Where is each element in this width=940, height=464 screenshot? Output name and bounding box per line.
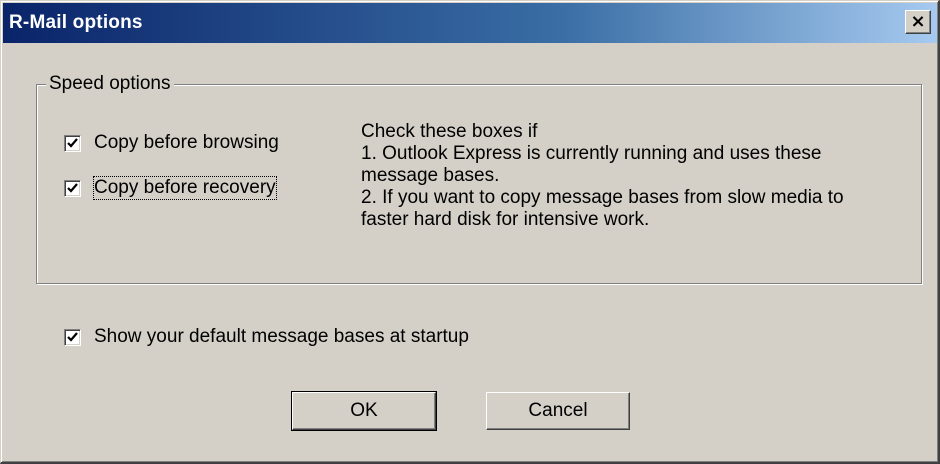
help-line: Check these boxes if	[361, 121, 538, 142]
help-line: message bases.	[361, 165, 500, 186]
show-default-bases-label: Show your default message bases at start…	[94, 326, 469, 347]
copy-before-browsing-checkbox[interactable]: Copy before browsing	[64, 132, 279, 154]
close-icon: ×	[910, 11, 926, 32]
window-title: R-Mail options	[9, 12, 143, 33]
rmail-options-dialog: R-Mail options × Speed options Copy befo…	[0, 0, 940, 464]
speed-options-help-text: Check these boxes if 1. Outlook Express …	[361, 121, 921, 231]
copy-before-recovery-checkbox[interactable]: Copy before recovery	[64, 176, 277, 200]
help-line: faster hard disk for intensive work.	[361, 209, 650, 230]
show-default-bases-checkbox[interactable]: Show your default message bases at start…	[64, 326, 469, 348]
checkbox-box[interactable]	[64, 179, 81, 197]
title-bar[interactable]: R-Mail options ×	[3, 3, 937, 43]
check-icon	[67, 331, 78, 342]
ok-button-label: OK	[350, 400, 378, 421]
cancel-button-label: Cancel	[528, 400, 588, 421]
checkbox-box[interactable]	[64, 328, 81, 346]
help-line: 1. Outlook Express is currently running …	[361, 143, 822, 164]
cancel-button[interactable]: Cancel	[486, 392, 630, 430]
close-button[interactable]: ×	[905, 10, 931, 34]
ok-button[interactable]: OK	[291, 391, 437, 431]
check-icon	[67, 182, 78, 193]
help-line: 2. If you want to copy message bases fro…	[361, 187, 844, 208]
check-icon	[67, 137, 78, 148]
copy-before-recovery-label: Copy before recovery	[93, 176, 277, 200]
copy-before-browsing-label: Copy before browsing	[94, 132, 279, 153]
speed-options-label: Speed options	[46, 73, 174, 95]
checkbox-box[interactable]	[64, 134, 81, 152]
